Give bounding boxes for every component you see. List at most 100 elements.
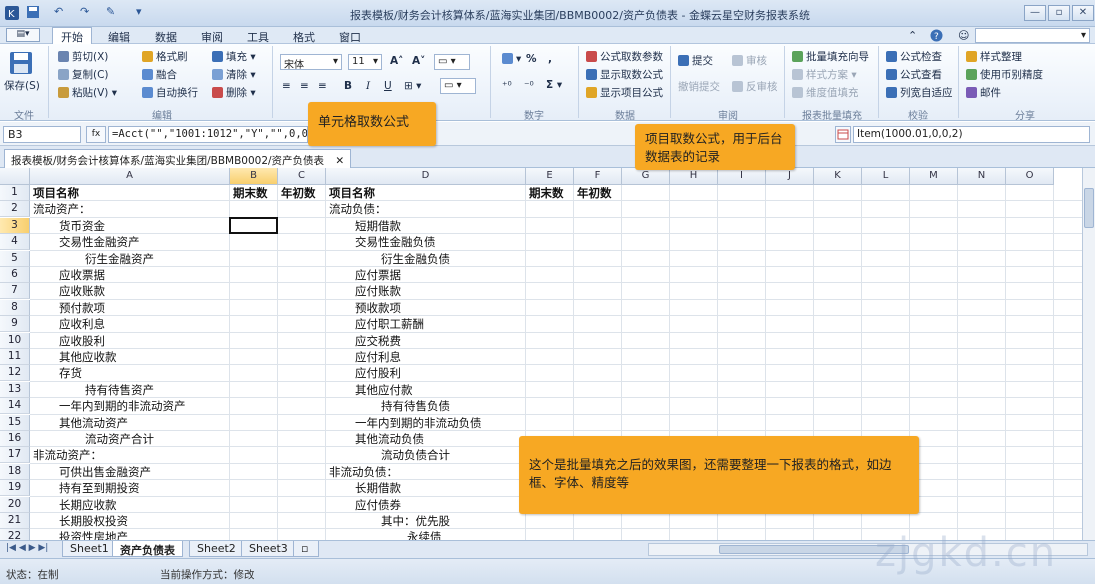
decrease-decimal-icon[interactable]: ⁻⁰ <box>524 80 534 92</box>
row-header[interactable]: 5 <box>0 250 30 267</box>
cell-c1[interactable]: 年初数 <box>281 185 316 201</box>
cell-d10[interactable]: 应交税费 <box>355 333 401 349</box>
formula-input[interactable]: =Acct("","1001:1012","Y","",0,0,0) <box>108 126 308 143</box>
number-format-icon[interactable]: ▾ <box>502 53 521 65</box>
minimize-button[interactable]: — <box>1024 5 1046 21</box>
cell-a15[interactable]: 其他流动资产 <box>59 415 128 431</box>
font-shrink-icon[interactable]: A˅ <box>412 55 425 67</box>
corner-select-all[interactable] <box>0 168 30 185</box>
show-formula-button[interactable]: 显示取数公式 <box>586 67 663 82</box>
bold-icon[interactable]: B <box>344 80 352 92</box>
formula-check-button[interactable]: 公式检查 <box>886 49 942 64</box>
row-header[interactable]: 14 <box>0 398 30 415</box>
row-header[interactable]: 18 <box>0 463 30 480</box>
formula-params-button[interactable]: 公式取数参数 <box>586 49 663 64</box>
cell-d1[interactable]: 项目名称 <box>329 185 375 201</box>
cell-d11[interactable]: 应付利息 <box>355 349 401 365</box>
cell-a20[interactable]: 长期应收款 <box>59 497 117 513</box>
column-header-i[interactable]: I <box>718 168 766 185</box>
column-header-j[interactable]: J <box>766 168 814 185</box>
help-icon[interactable]: ? <box>930 29 943 45</box>
underline-icon[interactable]: U <box>384 80 392 92</box>
menu-review[interactable]: 审阅 <box>201 29 223 45</box>
row-header[interactable]: 3 <box>0 217 30 234</box>
row-header[interactable]: 15 <box>0 414 30 431</box>
cell-d13[interactable]: 其他应付款 <box>355 382 413 398</box>
cell-reference-box[interactable]: B3 <box>3 126 81 143</box>
cell-d5[interactable]: 衍生金融负债 <box>381 251 450 267</box>
cell-a5[interactable]: 衍生金融资产 <box>85 251 154 267</box>
vertical-scrollbar[interactable] <box>1082 168 1095 540</box>
cell-a9[interactable]: 应收利息 <box>59 316 105 332</box>
batch-fill-wizard-button[interactable]: 批量填充向导 <box>792 49 869 64</box>
cell-d14[interactable]: 持有待售负债 <box>381 398 450 414</box>
style-tidy-button[interactable]: 样式整理 <box>966 49 1022 64</box>
row-header[interactable]: 12 <box>0 365 30 382</box>
format-painter-button[interactable]: 格式刷 <box>142 49 188 64</box>
merge-button[interactable]: 融合 <box>142 67 177 82</box>
color-select[interactable]: ▭ ▾ <box>440 78 476 94</box>
italic-icon[interactable]: I <box>366 80 370 92</box>
col-autofit-button[interactable]: 列宽自适应 <box>886 85 953 100</box>
cell-d6[interactable]: 应付票据 <box>355 267 401 283</box>
cell-d20[interactable]: 应付债券 <box>355 497 401 513</box>
column-header-g[interactable]: G <box>622 168 670 185</box>
row-header[interactable]: 9 <box>0 316 30 333</box>
align-left-icon[interactable]: ≡ <box>282 80 291 92</box>
row-header[interactable]: 17 <box>0 447 30 464</box>
collapse-ribbon-icon[interactable]: ⌃ <box>908 29 917 42</box>
style-scheme-button[interactable]: 样式方案 ▾ <box>792 67 857 82</box>
unaudit-button[interactable]: 反审核 <box>732 79 778 94</box>
formula-view-button[interactable]: 公式查看 <box>886 67 942 82</box>
column-header-c[interactable]: C <box>278 168 326 185</box>
percent-icon[interactable]: % <box>526 53 537 65</box>
menu-format[interactable]: 格式 <box>293 29 315 45</box>
cell-d22[interactable]: 永续债 <box>407 529 442 540</box>
column-header-h[interactable]: H <box>670 168 718 185</box>
cell-d19[interactable]: 长期借款 <box>355 480 401 496</box>
sheet-tab-sheet3[interactable]: Sheet3 <box>241 541 296 557</box>
cell-a2[interactable]: 流动资产： <box>33 201 91 217</box>
fx-button[interactable]: fx <box>86 126 106 143</box>
wrap-button[interactable]: 自动换行 <box>142 85 198 100</box>
cell-d2[interactable]: 流动负债： <box>329 201 387 217</box>
font-name-select[interactable]: 宋体 ▾ <box>280 54 342 71</box>
fill-button[interactable]: 填充 ▾ <box>212 49 256 64</box>
cell-d17[interactable]: 流动负债合计 <box>381 447 450 463</box>
column-header-n[interactable]: N <box>958 168 1006 185</box>
increase-decimal-icon[interactable]: ⁺⁰ <box>502 80 512 92</box>
copy-button[interactable]: 复制(C) <box>58 67 109 82</box>
menu-home[interactable]: 开始 <box>52 27 92 44</box>
save-large-icon[interactable] <box>8 50 38 80</box>
delete-button[interactable]: 删除 ▾ <box>212 85 256 100</box>
save-icon[interactable] <box>26 5 40 21</box>
column-header-d[interactable]: D <box>326 168 526 185</box>
cell-a6[interactable]: 应收票据 <box>59 267 105 283</box>
cell-a13[interactable]: 持有待售资产 <box>85 382 154 398</box>
row-header[interactable]: 4 <box>0 234 30 251</box>
row-header[interactable]: 22 <box>0 529 30 540</box>
cell-d21[interactable]: 其中：优先股 <box>381 513 450 529</box>
cell-b1[interactable]: 期末数 <box>233 185 268 201</box>
unsubmit-button[interactable]: 撤销提交 <box>678 79 720 94</box>
close-button[interactable]: ✕ <box>1072 5 1094 21</box>
mail-button[interactable]: 邮件 <box>966 85 1001 100</box>
menu-tools[interactable]: 工具 <box>247 29 269 45</box>
row-header[interactable]: 20 <box>0 496 30 513</box>
cell-a3[interactable]: 货币资金 <box>59 218 105 234</box>
submit-button[interactable]: 提交 <box>678 53 713 68</box>
cut-button[interactable]: 剪切(X) <box>58 49 108 64</box>
add-sheet-icon[interactable]: ▫ <box>293 541 319 557</box>
row-header[interactable]: 16 <box>0 431 30 447</box>
save-button[interactable]: 保存(S) <box>4 78 40 93</box>
row-header[interactable]: 6 <box>0 267 30 283</box>
cell-a1[interactable]: 项目名称 <box>33 185 79 201</box>
sheet-nav-icon[interactable]: |◀ ◀ ▶ ▶| <box>6 543 48 553</box>
cell-d18[interactable]: 非流动负债： <box>329 464 398 480</box>
quick-tool-icon[interactable]: ✎ <box>106 5 115 21</box>
quick-access-dropdown-icon[interactable]: ▾ <box>136 5 142 21</box>
cell-a11[interactable]: 其他应收款 <box>59 349 117 365</box>
user-icon[interactable]: ☺ <box>958 29 969 42</box>
cell-d7[interactable]: 应付账款 <box>355 283 401 299</box>
cell-a17[interactable]: 非流动资产： <box>33 447 102 463</box>
